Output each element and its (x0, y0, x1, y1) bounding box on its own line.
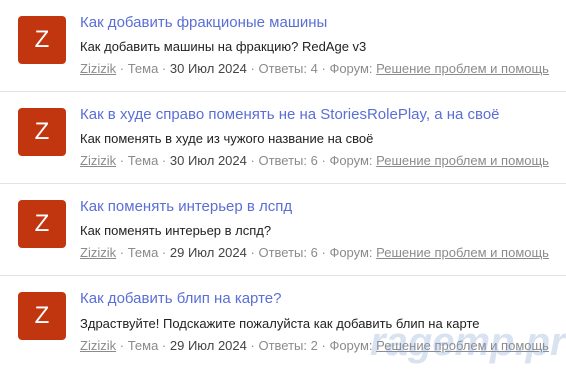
author-link[interactable]: Zizizik (80, 153, 116, 168)
forum-link[interactable]: Решение проблем и помощь (376, 338, 549, 353)
thread-title-link[interactable]: Как добавить блип на карте? (80, 290, 281, 307)
thread-row: Z Как добавить фракционые машины Как доб… (0, 0, 566, 92)
type-label: Тема (127, 61, 159, 76)
thread-snippet: Как добавить машины на фракцию? RedAge v… (80, 39, 367, 54)
date: 29 Июл 2024 (169, 338, 247, 353)
thread-title-link[interactable]: Как добавить фракционые машины (80, 14, 327, 31)
replies-label: Ответы: (258, 61, 307, 76)
date: 30 Июл 2024 (169, 61, 247, 76)
replies-count: 6 (310, 153, 318, 168)
avatar[interactable]: Z (18, 200, 66, 248)
thread-snippet: Как поменять в худе из чужого название н… (80, 131, 374, 146)
separator: · (161, 61, 170, 76)
separator: · (119, 153, 128, 168)
forum-label: Форум: (329, 153, 373, 168)
author-link[interactable]: Zizizik (80, 245, 116, 260)
replies-label: Ответы: (258, 153, 307, 168)
forum-label: Форум: (329, 61, 373, 76)
separator: · (119, 61, 128, 76)
forum-link[interactable]: Решение проблем и помощь (376, 153, 549, 168)
thread-title-link[interactable]: Как поменять интерьер в лспд (80, 198, 292, 215)
separator: · (161, 153, 170, 168)
forum-link[interactable]: Решение проблем и помощь (376, 245, 549, 260)
thread-row: Z Как поменять интерьер в лспд Как помен… (0, 184, 566, 276)
thread-row: Z Как добавить блип на карте? Здраствуйт… (0, 276, 566, 368)
thread-row: Z Как в худе справо поменять не на Stori… (0, 92, 566, 184)
forum-label: Форум: (329, 338, 373, 353)
type-label: Тема (127, 338, 159, 353)
thread-meta: Zizizik · Тема · 30 Июл 2024 · Ответы: 4… (80, 61, 549, 76)
author-link[interactable]: Zizizik (80, 61, 116, 76)
replies-count: 6 (310, 245, 318, 260)
avatar[interactable]: Z (18, 108, 66, 156)
separator: · (161, 245, 170, 260)
replies-count: 2 (310, 338, 318, 353)
replies-label: Ответы: (258, 245, 307, 260)
type-label: Тема (127, 245, 159, 260)
thread-snippet: Здраствуйте! Подскажите пожалуйста как д… (80, 316, 480, 331)
separator: · (161, 338, 170, 353)
forum-label: Форум: (329, 245, 373, 260)
replies-label: Ответы: (258, 338, 307, 353)
separator: · (119, 245, 128, 260)
thread-meta: Zizizik · Тема · 30 Июл 2024 · Ответы: 6… (80, 153, 549, 168)
forum-link[interactable]: Решение проблем и помощь (376, 61, 549, 76)
avatar[interactable]: Z (18, 292, 66, 340)
thread-title-link[interactable]: Как в худе справо поменять не на Stories… (80, 106, 500, 123)
avatar[interactable]: Z (18, 16, 66, 64)
replies-count: 4 (310, 61, 318, 76)
type-label: Тема (127, 153, 159, 168)
thread-meta: Zizizik · Тема · 29 Июл 2024 · Ответы: 2… (80, 338, 549, 353)
thread-meta: Zizizik · Тема · 29 Июл 2024 · Ответы: 6… (80, 245, 549, 260)
separator: · (119, 338, 128, 353)
date: 29 Июл 2024 (169, 245, 247, 260)
thread-snippet: Как поменять интерьер в лспд? (80, 223, 272, 238)
author-link[interactable]: Zizizik (80, 338, 116, 353)
date: 30 Июл 2024 (169, 153, 247, 168)
